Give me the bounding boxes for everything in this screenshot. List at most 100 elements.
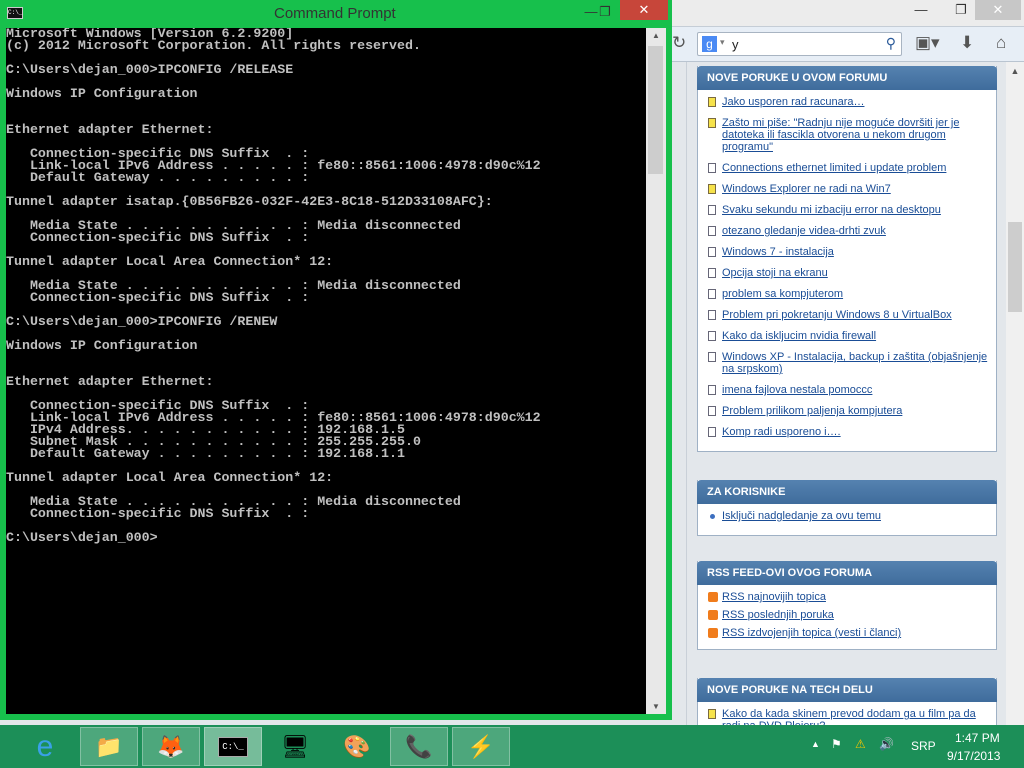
sidebar-panel: ZA KORISNIKE Isključi nadgledanje za ovu … [697,480,997,536]
cmd-maximize-button[interactable]: ❐ [588,2,622,22]
topic-icon [708,352,716,362]
topic-link[interactable]: RSS izdvojenjih topica (vesti i članci) [722,627,901,639]
topic-link[interactable]: RSS najnovijih topica [722,591,826,603]
console-line: Default Gateway . . . . . . . . . : [6,170,310,185]
scroll-up-icon[interactable]: ▲ [646,31,666,40]
show-hidden-icons[interactable]: ▲ [811,739,820,749]
list-item: RSS poslednjih poruka [708,609,988,621]
command-prompt-taskbar-icon[interactable]: C:\_ [204,727,262,766]
topic-link[interactable]: Kako da iskljucim nvidia firewall [722,330,876,342]
panel-title: RSS FEED-OVI OVOG FORUMA [697,561,997,585]
console-line: Tunnel adapter isatap.{0B56FB26-032F-42E… [6,194,493,209]
cmd-app-icon: C:\_ [7,7,23,19]
google-icon[interactable]: g [702,36,717,52]
maximize-button[interactable]: ❐ [944,0,978,20]
download-icon[interactable]: ⬇ [960,33,974,53]
topic-icon [708,289,716,299]
bookmarks-icon[interactable]: ▣▾ [915,33,940,53]
topic-icon [708,385,716,395]
taskbar: e 📁 🦊 C:\_ 🖥 🎨 📞 ⚡ ▲ ⚑ ⚠ 🔊 SRP 1:47 PM 9… [0,725,1024,768]
console-line: (c) 2012 Microsoft Corporation. All righ… [6,38,421,53]
scroll-up-icon[interactable]: ▲ [1006,66,1024,76]
bullet-icon [710,514,715,519]
list-item: Kako da iskljucim nvidia firewall [708,330,988,342]
rss-icon [708,628,718,638]
topic-link[interactable]: problem sa kompjuterom [722,288,843,300]
search-input[interactable]: g ▾ y ⚲ [697,32,902,56]
rss-icon [708,610,718,620]
rss-icon [708,592,718,602]
cmd-scrollbar[interactable]: ▲ ▼ [646,28,666,714]
volume-icon[interactable]: 🔊 [879,737,894,751]
file-explorer-icon[interactable]: 📁 [80,727,138,766]
cmd-close-button[interactable]: ✕ [620,0,668,20]
topic-icon [708,226,716,236]
network-tool-icon[interactable]: 🖥 [266,727,324,766]
minimize-button[interactable]: — [904,0,938,20]
topic-link[interactable]: Windows XP - Instalacija, backup i zašti… [722,351,987,375]
topic-link[interactable]: Svaku sekundu mi izbaciju error na deskt… [722,204,941,216]
console-line: C:\Users\dejan_000>IPCONFIG /RENEW [6,314,278,329]
scroll-down-icon[interactable]: ▼ [646,702,666,711]
topic-icon [708,406,716,416]
search-value[interactable]: y [732,37,739,52]
list-item: Problem prilikom paljenja kompjutera [708,405,988,417]
close-button[interactable]: ✕ [975,0,1021,20]
winamp-icon[interactable]: ⚡ [452,727,510,766]
console-output[interactable]: Microsoft Windows [Version 6.2.9200] (c) … [6,28,646,714]
topic-link[interactable]: Windows 7 - instalacija [722,246,834,258]
cmd-titlebar[interactable]: C:\_ Command Prompt — ❐ ✕ [0,0,672,28]
topic-link[interactable]: otezano gledanje videa-drhti zvuk [722,225,886,237]
list-item: problem sa kompjuterom [708,288,988,300]
home-icon[interactable]: ⌂ [996,33,1006,53]
scrollbar-thumb[interactable] [1008,222,1022,312]
language-indicator[interactable]: SRP [911,739,936,753]
viber-icon[interactable]: 📞 [390,727,448,766]
scrollbar[interactable]: ▲ [1006,62,1024,725]
panel-title: NOVE PORUKE NA TECH DELU [697,678,997,702]
console-line: Connection-specific DNS Suffix . : [6,230,310,245]
topic-link[interactable]: Isključi nadgledanje za ovu temu [722,510,881,522]
topic-link[interactable]: Zašto mi piše: "Radnju nije moguće dovrš… [722,117,959,153]
firefox-icon[interactable]: 🦊 [142,727,200,766]
topic-icon [708,163,716,173]
search-icon[interactable]: ⚲ [886,35,896,52]
paint-icon[interactable]: 🎨 [328,727,386,766]
list-item: Connections ethernet limited i update pr… [708,162,988,174]
topic-link[interactable]: Problem pri pokretanju Windows 8 u Virtu… [722,309,952,321]
list-item: Isključi nadgledanje za ovu temu [708,510,988,522]
panel-title: NOVE PORUKE U OVOM FORUMU [697,66,997,90]
topic-icon [708,331,716,341]
topic-link[interactable]: Connections ethernet limited i update pr… [722,162,946,174]
topic-link[interactable]: Komp radi usporeno i…. [722,426,841,438]
network-warning-icon[interactable]: ⚠ [855,737,866,751]
chevron-down-icon[interactable]: ▾ [720,37,725,48]
reload-icon[interactable]: ↻ [672,33,686,53]
topic-link[interactable]: RSS poslednjih poruka [722,609,834,621]
list-item: otezano gledanje videa-drhti zvuk [708,225,988,237]
list-item: Jako usporen rad racunara… [708,96,988,108]
topic-icon [708,268,716,278]
list-item: imena fajlova nestala pomoccc [708,384,988,396]
console-line: C:\Users\dejan_000>IPCONFIG /RELEASE [6,62,294,77]
topic-link[interactable]: imena fajlova nestala pomoccc [722,384,872,396]
clock-time[interactable]: 1:47 PM [955,731,1000,745]
cmd-scrollbar-thumb[interactable] [648,46,663,174]
window-title: Command Prompt [274,5,396,22]
console-line: C:\Users\dejan_000> [6,530,158,545]
console-line: Ethernet adapter Ethernet: [6,122,214,137]
clock-date[interactable]: 9/17/2013 [947,749,1000,763]
list-item: Windows 7 - instalacija [708,246,988,258]
list-item: Svaku sekundu mi izbaciju error na deskt… [708,204,988,216]
internet-explorer-icon[interactable]: e [16,727,74,766]
action-center-flag-icon[interactable]: ⚑ [831,737,842,751]
panel-title: ZA KORISNIKE [697,480,997,504]
list-item: Komp radi usporeno i…. [708,426,988,438]
topic-icon [708,310,716,320]
topic-link[interactable]: Opcija stoji na ekranu [722,267,828,279]
topic-link[interactable]: Problem prilikom paljenja kompjutera [722,405,902,417]
list-item: Windows XP - Instalacija, backup i zašti… [708,351,988,375]
topic-link[interactable]: Windows Explorer ne radi na Win7 [722,183,891,195]
topic-link[interactable]: Jako usporen rad racunara… [722,96,864,108]
